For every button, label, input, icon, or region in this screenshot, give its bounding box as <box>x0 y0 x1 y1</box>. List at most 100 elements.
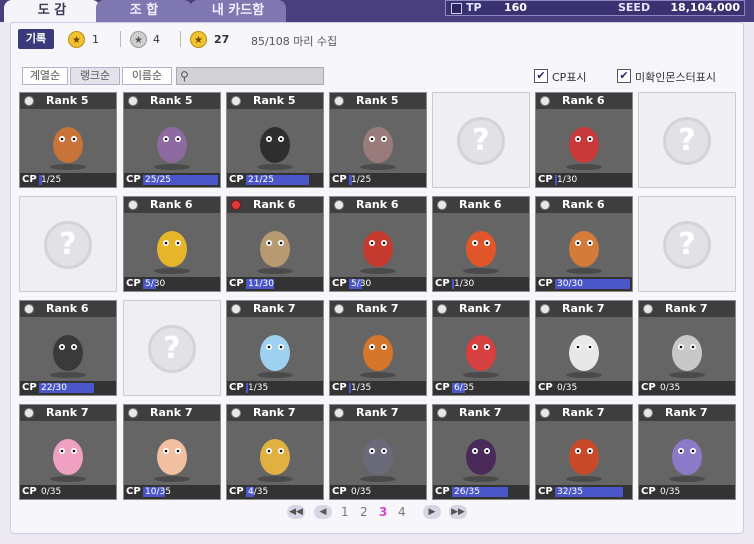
cp-label: CP <box>229 382 244 393</box>
heart-icon[interactable] <box>24 408 34 418</box>
monster-card[interactable]: Rank 7 CP 1/35 <box>329 300 427 396</box>
cp-footer: CP 21/25 <box>227 173 323 187</box>
page-1[interactable]: 1 <box>341 505 349 519</box>
card-rank: Rank 7 <box>665 302 708 315</box>
monster-card[interactable]: Rank 6 CP 1/30 <box>535 92 633 188</box>
monster-card[interactable]: Rank 7 CP 0/35 <box>329 404 427 500</box>
monster-card[interactable]: Rank 5 CP 1/25 <box>19 92 117 188</box>
cp-label: CP <box>332 174 347 185</box>
tab-combine[interactable]: 조 합 <box>96 0 192 22</box>
heart-icon[interactable] <box>540 304 550 314</box>
heart-icon[interactable] <box>643 408 653 418</box>
monster-card[interactable]: Rank 7 CP 32/35 <box>535 404 633 500</box>
card-rank: Rank 7 <box>459 406 502 419</box>
unknown-card[interactable]: ? <box>123 300 221 396</box>
heart-icon[interactable] <box>334 96 344 106</box>
heart-icon[interactable] <box>437 304 447 314</box>
card-header: Rank 7 <box>330 301 426 317</box>
monster-card[interactable]: Rank 7 CP 0/35 <box>19 404 117 500</box>
monster-art <box>354 427 402 483</box>
cp-footer: CP 4/35 <box>227 485 323 499</box>
monster-card[interactable]: Rank 7 CP 0/35 <box>535 300 633 396</box>
cp-value: 11/30 <box>248 279 274 289</box>
page-4[interactable]: 4 <box>398 505 406 519</box>
monster-art <box>354 115 402 171</box>
cp-value: 1/30 <box>454 279 475 289</box>
favorite-heart-icon[interactable] <box>231 200 241 210</box>
monster-card[interactable]: Rank 7 CP 10/35 <box>123 404 221 500</box>
tp-checkbox[interactable] <box>451 3 462 14</box>
search-input[interactable]: ⚲ <box>176 67 324 85</box>
left-icon[interactable]: ◀ <box>314 505 332 519</box>
sort-name-button[interactable]: 이름순 <box>122 67 172 85</box>
monster-card[interactable]: Rank 7 CP 6/35 <box>432 300 530 396</box>
heart-icon[interactable] <box>540 200 550 210</box>
double-left-icon[interactable]: ◀◀ <box>287 505 305 519</box>
heart-icon[interactable] <box>437 408 447 418</box>
cp-label: CP <box>229 486 244 497</box>
cp-value: 0/35 <box>41 487 62 497</box>
heart-icon[interactable] <box>24 304 34 314</box>
cp-value: 26/35 <box>454 487 480 497</box>
sort-series-button[interactable]: 계열순 <box>22 67 68 85</box>
cp-value: 1/25 <box>41 175 62 185</box>
heart-icon[interactable] <box>128 408 138 418</box>
card-header: Rank 7 <box>433 405 529 421</box>
monster-card[interactable]: Rank 7 CP 26/35 <box>432 404 530 500</box>
monster-card[interactable]: Rank 5 CP 21/25 <box>226 92 324 188</box>
cp-display-checkbox[interactable]: ✔ <box>534 69 548 83</box>
monster-card[interactable]: Rank 6 CP 30/30 <box>535 196 633 292</box>
monster-card[interactable]: Rank 7 CP 4/35 <box>226 404 324 500</box>
heart-icon[interactable] <box>334 408 344 418</box>
cp-footer: CP 0/35 <box>20 485 116 499</box>
heart-icon[interactable] <box>231 304 241 314</box>
monster-card[interactable]: Rank 5 CP 25/25 <box>123 92 221 188</box>
cp-footer: CP 1/25 <box>20 173 116 187</box>
cp-label: CP <box>22 486 37 497</box>
monster-card[interactable]: Rank 6 CP 1/30 <box>432 196 530 292</box>
cp-footer: CP 0/35 <box>639 381 735 395</box>
heart-icon[interactable] <box>128 96 138 106</box>
monster-card[interactable]: Rank 7 CP 0/35 <box>638 404 736 500</box>
heart-icon[interactable] <box>334 304 344 314</box>
unknown-card[interactable]: ? <box>19 196 117 292</box>
cp-label: CP <box>126 486 141 497</box>
status-box: TP 160 SEED 18,104,000 <box>445 0 745 16</box>
unknown-card[interactable]: ? <box>638 92 736 188</box>
monster-card[interactable]: Rank 7 CP 1/35 <box>226 300 324 396</box>
monster-art <box>44 323 92 379</box>
heart-icon[interactable] <box>231 408 241 418</box>
cp-footer: CP 10/35 <box>124 485 220 499</box>
heart-icon[interactable] <box>24 96 34 106</box>
monster-card[interactable]: Rank 6 CP 22/30 <box>19 300 117 396</box>
card-rank: Rank 6 <box>253 198 296 211</box>
page-3[interactable]: 3 <box>379 505 387 519</box>
unknown-card[interactable]: ? <box>432 92 530 188</box>
heart-icon[interactable] <box>334 200 344 210</box>
show-unknown-checkbox[interactable]: ✔ <box>617 69 631 83</box>
monster-card[interactable]: Rank 6 CP 5/30 <box>329 196 427 292</box>
monster-card[interactable]: Rank 6 CP 5/30 <box>123 196 221 292</box>
heart-icon[interactable] <box>437 200 447 210</box>
monster-card[interactable]: Rank 6 CP 11/30 <box>226 196 324 292</box>
heart-icon[interactable] <box>540 408 550 418</box>
monster-art <box>251 323 299 379</box>
double-right-icon[interactable]: ▶▶ <box>449 505 467 519</box>
tab-my-cards[interactable]: 내 카드함 <box>190 0 286 22</box>
unknown-card[interactable]: ? <box>638 196 736 292</box>
tab-encyclopedia[interactable]: 도 감 <box>4 0 100 22</box>
record-button[interactable]: 기록 <box>18 29 54 49</box>
sort-rank-button[interactable]: 랭크순 <box>70 67 120 85</box>
monster-card[interactable]: Rank 7 CP 0/35 <box>638 300 736 396</box>
search-icon: ⚲ <box>180 69 189 83</box>
cp-footer: CP 30/30 <box>536 277 632 291</box>
gold-count: 1 <box>92 33 99 46</box>
page-2[interactable]: 2 <box>360 505 368 519</box>
heart-icon[interactable] <box>231 96 241 106</box>
heart-icon[interactable] <box>540 96 550 106</box>
card-rank: Rank 7 <box>253 302 296 315</box>
heart-icon[interactable] <box>128 200 138 210</box>
monster-card[interactable]: Rank 5 CP 1/25 <box>329 92 427 188</box>
right-icon[interactable]: ▶ <box>423 505 441 519</box>
heart-icon[interactable] <box>643 304 653 314</box>
